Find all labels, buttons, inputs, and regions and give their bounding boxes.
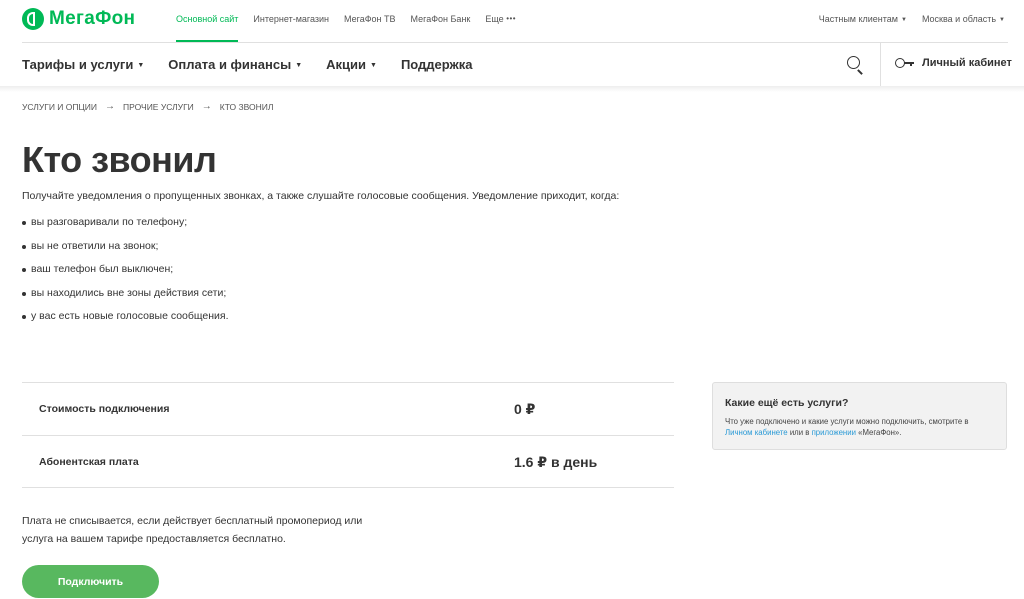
page-title: Кто звонил (22, 139, 217, 180)
card-title: Какие ещё есть услуги? (725, 397, 849, 409)
notification-conditions-list: вы разговаривали по телефону; вы не отве… (22, 216, 229, 334)
nav-support[interactable]: Поддержка (401, 57, 473, 72)
search-icon[interactable] (846, 55, 866, 75)
list-item: ваш телефон был выключен; (22, 263, 229, 287)
cabinet-label: Личный кабинет (922, 57, 1012, 69)
price-value: 0 ₽ (514, 401, 536, 417)
app-text-link[interactable]: приложении (812, 428, 856, 437)
top-right-links: Частным клиентам ▼ Москва и область ▼ (804, 14, 1005, 24)
breadcrumb-services-options[interactable]: УСЛУГИ И ОПЦИИ (22, 102, 97, 112)
nav-shadow (0, 86, 1024, 92)
topnav-main-site[interactable]: Основной сайт (176, 14, 239, 42)
topnav-label: МегаФон Банк (410, 14, 471, 24)
topnav-label: Еще (485, 14, 504, 24)
bullet-icon (22, 315, 26, 319)
key-icon (895, 57, 915, 69)
price-row-subscription: Абонентская плата 1.6 ₽ в день (22, 435, 674, 488)
arrow-right-icon: → (105, 101, 116, 112)
bullet-icon (22, 244, 26, 249)
card-text: Что уже подключено и какие услуги можно … (725, 416, 994, 438)
breadcrumb-current: КТО ЗВОНИЛ (219, 101, 274, 112)
list-item-text: у вас есть новые голосовые сообщения. (31, 310, 229, 322)
caret-down-icon: ▼ (999, 17, 1005, 23)
caret-down-icon: ▼ (901, 17, 907, 23)
price-label: Абонентская плата (39, 456, 139, 468)
personal-cabinet-link[interactable]: Личный кабинет (895, 57, 1012, 69)
topnav-megafon-bank[interactable]: МегаФон Банк (411, 14, 471, 42)
topnav-label: Основной сайт (176, 14, 239, 24)
topnav-label: Интернет-магазин (253, 14, 329, 24)
megafon-logo[interactable]: МегаФон (22, 8, 135, 30)
list-item-text: ваш телефон был выключен; (31, 263, 174, 275)
nav-label: Оплата и финансы (168, 57, 292, 72)
topnav-more[interactable]: Еще ••• (485, 14, 516, 42)
list-item: вы разговаривали по телефону; (22, 216, 229, 240)
list-item-text: вы разговаривали по телефону; (31, 216, 188, 228)
nav-payment-finance[interactable]: Оплата и финансы ▼ (168, 57, 302, 72)
nav-label: Поддержка (400, 57, 473, 72)
megafon-logo-icon (22, 8, 44, 30)
region-selector[interactable]: Москва и область ▼ (922, 14, 1005, 24)
price-table: Стоимость подключения 0 ₽ Абонентская пл… (22, 382, 674, 488)
top-bar: МегаФон Основной сайт Интернет-магазин М… (0, 0, 1024, 43)
breadcrumb: УСЛУГИ И ОПЦИИ → ПРОЧИЕ УСЛУГИ → КТО ЗВО… (22, 101, 274, 112)
nav-tariffs-services[interactable]: Тарифы и услуги ▼ (22, 57, 144, 72)
top-nav: Основной сайт Интернет-магазин МегаФон Т… (176, 14, 531, 42)
bullet-icon (22, 268, 26, 272)
other-services-card: Какие ещё есть услуги? Что уже подключен… (712, 382, 1007, 450)
breadcrumb-other-services[interactable]: ПРОЧИЕ УСЛУГИ (123, 102, 194, 112)
nav-promotions[interactable]: Акции ▼ (326, 57, 377, 72)
audience-label: Частным клиентам (818, 14, 898, 24)
card-text-part: Что уже подключено и какие услуги можно … (725, 417, 969, 426)
arrow-right-icon: → (201, 101, 212, 112)
caret-down-icon: ▼ (295, 62, 303, 69)
audience-selector[interactable]: Частным клиентам ▼ (819, 14, 907, 24)
bullet-icon (22, 291, 26, 296)
topnav-megafon-tv[interactable]: МегаФон ТВ (344, 14, 396, 42)
intro-text: Получайте уведомления о пропущенных звон… (22, 190, 620, 202)
list-item-text: вы не ответили на звонок; (31, 239, 159, 252)
logo-text: МегаФон (49, 8, 136, 29)
list-item-text: вы находились вне зоны действия сети; (31, 286, 227, 299)
main-nav: Тарифы и услуги ▼ Оплата и финансы ▼ Акции… (0, 43, 1024, 87)
card-text-part: или в (787, 428, 812, 437)
card-text-part: «МегаФон». (855, 428, 902, 437)
caret-down-icon: ▼ (370, 62, 377, 69)
price-label: Стоимость подключения (39, 403, 170, 415)
connect-button[interactable]: Подключить (22, 565, 159, 598)
price-row-connection: Стоимость подключения 0 ₽ (22, 382, 674, 435)
nav-label: Акции (326, 57, 366, 72)
list-item: вы находились вне зоны действия сети; (22, 287, 229, 311)
free-period-note: Плата не списывается, если действует бес… (22, 515, 363, 545)
divider (880, 43, 881, 86)
price-value: 1.6 ₽ в день (514, 454, 598, 470)
more-dots-icon: ••• (506, 14, 517, 23)
nav-label: Тарифы и услуги (22, 57, 134, 72)
bullet-icon (22, 221, 26, 225)
list-item: вы не ответили на звонок; (22, 240, 229, 264)
region-label: Москва и область (921, 14, 997, 24)
topnav-label: МегаФон ТВ (344, 14, 396, 24)
caret-down-icon: ▼ (137, 62, 145, 69)
list-item: у вас есть новые голосовые сообщения. (22, 310, 229, 334)
topnav-online-store[interactable]: Интернет-магазин (253, 14, 329, 42)
personal-cabinet-text-link[interactable]: Личном кабинете (725, 428, 788, 437)
